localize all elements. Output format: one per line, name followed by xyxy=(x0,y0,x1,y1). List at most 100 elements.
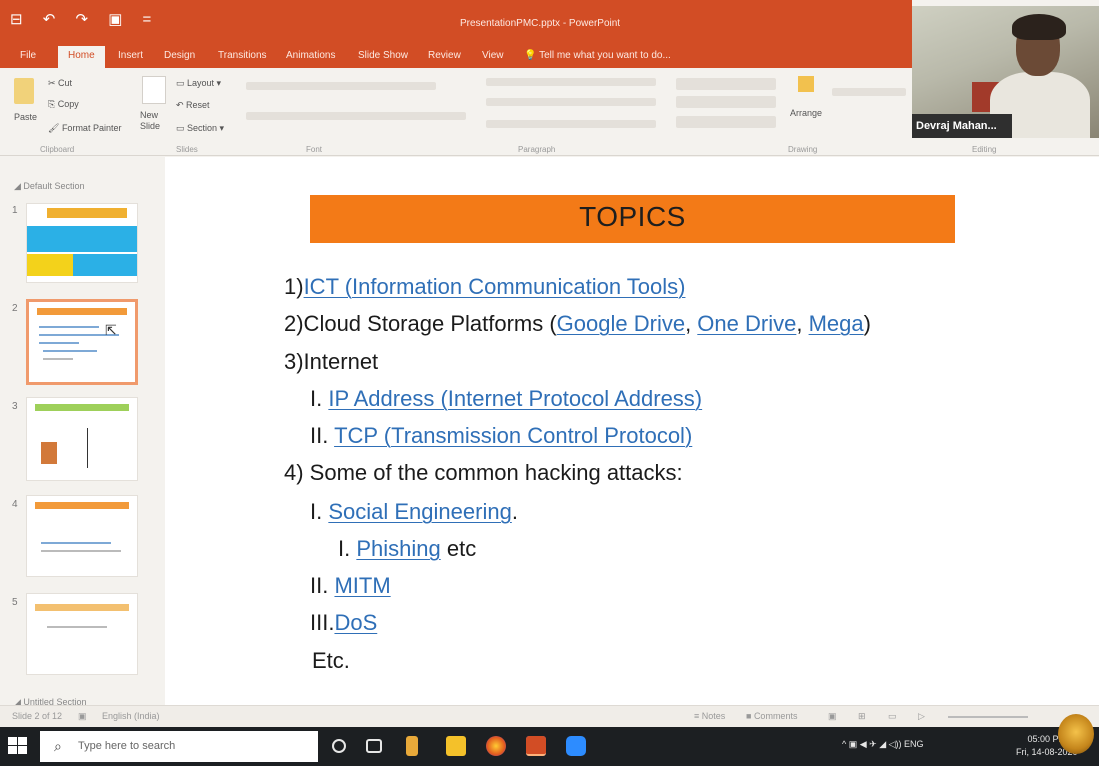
line-prefix: I. xyxy=(310,499,329,524)
thumb-title-bar xyxy=(35,502,129,509)
paragraph-list-buttons[interactable] xyxy=(486,78,656,86)
link-mega[interactable]: Mega xyxy=(809,311,864,336)
system-tray[interactable]: ^ ▣ ◀ ✈ ◢ ◁)) ENG xyxy=(842,739,924,750)
tab-view[interactable]: View xyxy=(482,50,504,61)
link-tcp[interactable]: TCP (Transmission Control Protocol) xyxy=(334,423,692,448)
slide-thumbnail-1[interactable] xyxy=(26,203,138,283)
slide-thumbnail-5[interactable] xyxy=(26,593,138,675)
comments-button[interactable]: ■ Comments xyxy=(746,711,797,721)
line-prefix: II. xyxy=(310,573,335,598)
font-format-buttons[interactable] xyxy=(246,112,466,120)
spellcheck-icon[interactable]: ▣ xyxy=(78,711,87,722)
link-social-engineering[interactable]: Social Engineering xyxy=(328,499,511,524)
tab-transitions[interactable]: Transitions xyxy=(218,50,267,61)
link-phishing[interactable]: Phishing xyxy=(356,536,440,561)
tab-animations[interactable]: Animations xyxy=(286,50,335,61)
reset-button[interactable]: ↶ Reset xyxy=(176,100,210,111)
zoom-icon[interactable] xyxy=(566,736,586,756)
mouse-cursor-icon: ⇱ xyxy=(105,322,117,338)
zoom-slider[interactable] xyxy=(948,716,1028,718)
line-suffix: ) xyxy=(863,311,871,336)
tab-design[interactable]: Design xyxy=(164,50,195,61)
tab-review[interactable]: Review xyxy=(428,50,461,61)
slide-thumbnail-2[interactable]: ⇱ xyxy=(26,299,138,385)
taskbar-search-box[interactable]: ⌕ Type here to search xyxy=(40,731,318,762)
notification-avatar-icon[interactable] xyxy=(1058,714,1094,754)
thumb-brace xyxy=(87,428,127,468)
task-view-icon[interactable] xyxy=(366,739,382,753)
paragraph-group-label: Paragraph xyxy=(518,145,556,154)
slide-thumbnail-4[interactable] xyxy=(26,495,138,577)
new-slide-button[interactable]: New Slide xyxy=(140,110,170,132)
cut-label: Cut xyxy=(58,78,73,88)
link-one-drive[interactable]: One Drive xyxy=(697,311,796,336)
line-prefix: I. xyxy=(338,536,357,561)
topic-line-4a1: I. Phishing etc xyxy=(338,536,476,562)
shapes-gallery-row2[interactable] xyxy=(676,96,776,108)
video-call-overlay[interactable]: Devraj Mahan... xyxy=(912,6,1099,138)
notes-icon: ≡ xyxy=(694,711,702,721)
link-mitm[interactable]: MITM xyxy=(334,573,390,598)
tab-file[interactable]: File xyxy=(20,50,36,61)
thumb-number: 5 xyxy=(12,597,18,608)
slide-sorter-icon[interactable]: ⊞ xyxy=(858,711,866,722)
link-ip-address[interactable]: IP Address (Internet Protocol Address) xyxy=(328,386,702,411)
link-ict[interactable]: ICT (Information Communication Tools) xyxy=(304,274,686,299)
thumb-figure xyxy=(41,442,57,464)
scissors-icon: ✂ xyxy=(48,78,59,88)
arrange-button[interactable]: Arrange xyxy=(790,108,822,118)
slide-thumbnail-3[interactable] xyxy=(26,397,138,481)
layout-icon: ▭ xyxy=(176,78,188,88)
tell-me-text: Tell me what you want to do... xyxy=(539,50,671,61)
shapes-gallery-row3[interactable] xyxy=(676,116,776,128)
paragraph-align-buttons[interactable] xyxy=(486,120,656,128)
font-name-box[interactable] xyxy=(246,82,436,90)
line-prefix: I. xyxy=(310,386,329,411)
quick-styles[interactable] xyxy=(832,88,906,96)
slide-title[interactable]: TOPICS xyxy=(310,201,955,233)
firefox-icon[interactable] xyxy=(486,736,506,756)
language-indicator[interactable]: English (India) xyxy=(102,711,160,721)
tab-home[interactable]: Home xyxy=(58,46,105,68)
cut-button[interactable]: ✂ Cut xyxy=(48,78,72,89)
thumb-number: 2 xyxy=(12,303,18,314)
file-explorer-icon[interactable] xyxy=(446,736,466,756)
search-icon: ⌕ xyxy=(54,738,62,754)
comment-icon: ■ xyxy=(746,711,754,721)
slideshow-icon[interactable]: ▷ xyxy=(918,711,925,722)
thumb-line xyxy=(41,542,111,544)
tell-me-box[interactable]: 💡 Tell me what you want to do... xyxy=(524,50,671,61)
topic-line-1: 1)ICT (Information Communication Tools) xyxy=(284,274,685,300)
tab-insert[interactable]: Insert xyxy=(118,50,143,61)
link-google-drive[interactable]: Google Drive xyxy=(557,311,685,336)
copy-button[interactable]: ⎘ Copy xyxy=(48,99,79,110)
quick-access-toolbar[interactable]: ⊟ ↶ ↷ ▣ = xyxy=(10,10,159,28)
notes-button[interactable]: ≡ Notes xyxy=(694,711,725,721)
layout-button[interactable]: ▭ Layout ▾ xyxy=(176,78,221,89)
reading-view-icon[interactable]: ▭ xyxy=(888,711,897,722)
format-painter-button[interactable]: 🖌 Format Painter xyxy=(48,123,121,134)
link-dos[interactable]: DoS xyxy=(334,610,377,635)
powerpoint-icon[interactable] xyxy=(526,736,546,756)
shapes-gallery[interactable] xyxy=(676,78,776,90)
section-label: Section xyxy=(187,123,218,133)
windows-start-icon[interactable] xyxy=(8,737,28,755)
topic-line-4b: II. MITM xyxy=(310,573,391,599)
paste-icon[interactable] xyxy=(14,78,34,104)
cortana-icon[interactable] xyxy=(332,739,346,753)
tab-slide-show[interactable]: Slide Show xyxy=(358,50,408,61)
section-header-default[interactable]: ◢ Default Section xyxy=(14,181,84,192)
window-title: PresentationPMC.pptx - PowerPoint xyxy=(460,18,621,29)
line-suffix: etc xyxy=(440,536,477,561)
paragraph-direction-buttons[interactable] xyxy=(486,98,656,106)
paste-button[interactable]: Paste xyxy=(14,112,37,122)
comments-label: Comments xyxy=(753,711,798,721)
participant-hair xyxy=(1012,14,1066,40)
normal-view-icon[interactable]: ▣ xyxy=(828,711,837,722)
app-icon[interactable] xyxy=(406,736,418,756)
section-button[interactable]: ▭ Section ▾ xyxy=(176,123,224,134)
collapse-icon: ◢ xyxy=(14,181,24,191)
thumb-title-bar xyxy=(35,604,129,611)
copy-icon: ⎘ xyxy=(48,99,58,109)
new-slide-icon[interactable] xyxy=(142,76,166,104)
